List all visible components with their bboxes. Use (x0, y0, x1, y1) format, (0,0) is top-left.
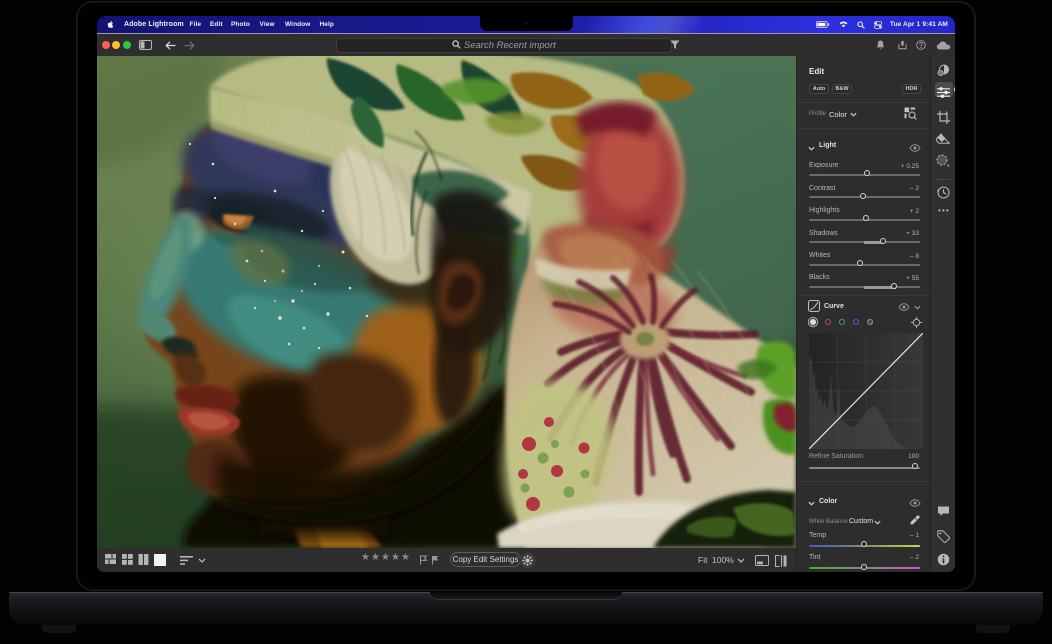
svg-text:+: + (947, 164, 951, 169)
